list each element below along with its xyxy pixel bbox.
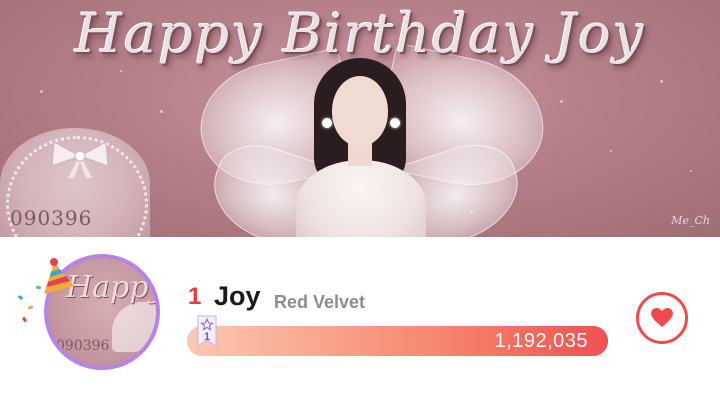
vote-heart-button[interactable]	[636, 292, 688, 344]
ribbon-bow-icon	[51, 141, 109, 178]
confetti	[21, 316, 28, 323]
banner-title: Happy Birthday Joy	[74, 2, 646, 65]
sparkle	[660, 80, 663, 83]
vote-count: 1,192,035	[494, 330, 588, 352]
artist-name[interactable]: Joy	[214, 281, 261, 312]
hair-flower	[322, 118, 332, 128]
sparkle	[160, 110, 163, 113]
heart-icon	[651, 308, 673, 328]
avatar-date-stamp: 090396	[56, 338, 110, 354]
confetti	[27, 305, 34, 310]
rank-number: 1	[188, 283, 202, 310]
artist-signature: Me_Ch	[671, 214, 710, 227]
sparkle	[120, 70, 122, 72]
banner-date-stamp: 090396	[10, 206, 93, 230]
confetti	[17, 294, 24, 301]
screen: 090396 Happy Birthday Joy Me_Ch Happy 09…	[0, 0, 720, 394]
party-hat-icon	[44, 258, 74, 294]
vote-progress-bar: 1,192,035	[187, 326, 608, 356]
hair-flower	[390, 118, 400, 128]
sparkle	[690, 170, 692, 172]
sparkle	[560, 100, 563, 103]
birthday-banner[interactable]: 090396 Happy Birthday Joy Me_Ch	[0, 0, 720, 237]
rank-badge-number: 1	[203, 331, 211, 343]
sparkle	[610, 150, 612, 152]
rank-badge: 1	[196, 314, 218, 348]
group-name: Red Velvet	[274, 292, 366, 312]
portrait-face	[332, 76, 388, 146]
sparkle	[40, 90, 43, 93]
confetti	[35, 285, 42, 290]
avatar-wing	[112, 302, 156, 352]
